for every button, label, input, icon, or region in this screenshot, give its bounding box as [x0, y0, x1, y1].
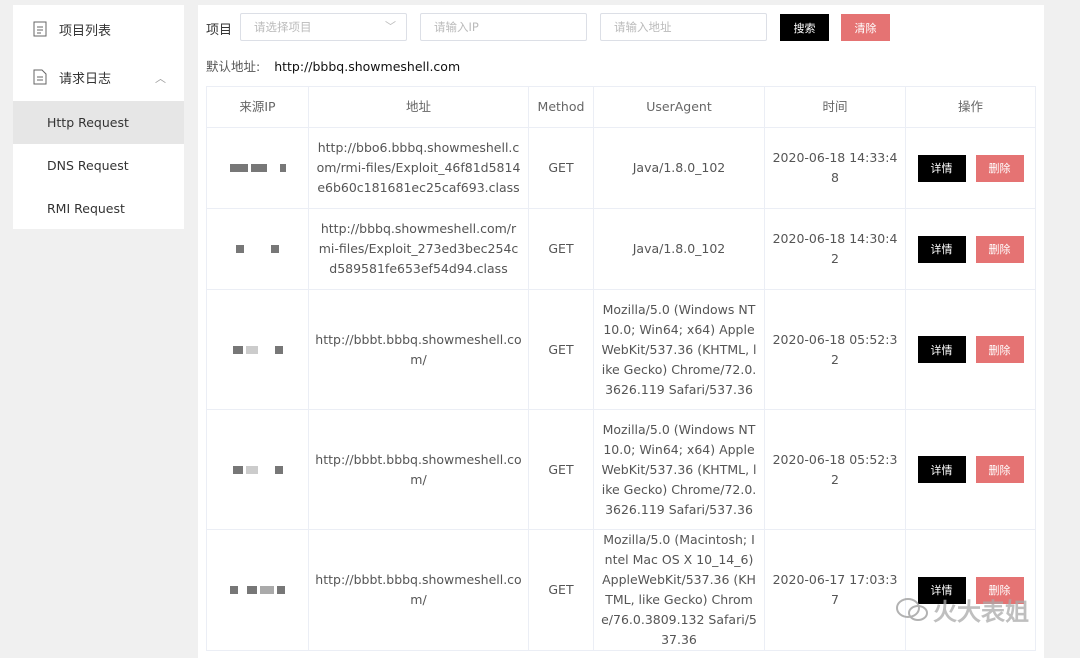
- address-cell: http://bbbt.bbbq.showmeshell.com/: [308, 409, 529, 530]
- time-cell: 2020-06-17 17:03:37: [764, 529, 906, 651]
- sidebar-item-http-request[interactable]: Http Request: [13, 101, 184, 144]
- sidebar-item-dns-request[interactable]: DNS Request: [13, 144, 184, 187]
- delete-button[interactable]: 删除: [975, 336, 1024, 363]
- request-table: 来源IP 地址 Method UserAgent 时间 操作 http://bb…: [206, 86, 1036, 651]
- project-label: 项目: [206, 23, 233, 38]
- wechat-icon: [896, 597, 928, 621]
- table-row: http://bbbq.showmeshell.com/rmi-files/Ex…: [206, 208, 1036, 290]
- document-icon: [33, 21, 47, 37]
- table-row: http://bbbt.bbbq.showmeshell.com/ GET Mo…: [206, 529, 1036, 651]
- header-address: 地址: [308, 86, 529, 128]
- address-cell: http://bbbq.showmeshell.com/rmi-files/Ex…: [308, 208, 529, 290]
- sidebar-item-label: 请求日志: [59, 71, 112, 87]
- document-icon: [33, 69, 47, 85]
- detail-button[interactable]: 详情: [917, 336, 966, 363]
- address-cell: http://bbbt.bbbq.showmeshell.com/: [308, 529, 529, 651]
- time-cell: 2020-06-18 14:30:42: [764, 208, 906, 290]
- sidebar: 项目列表 请求日志 ︿ Http Request DNS Request RMI…: [13, 5, 184, 229]
- redacted-ip: [232, 345, 283, 354]
- actions-cell: 详情 删除: [905, 127, 1036, 209]
- table-header-row: 来源IP 地址 Method UserAgent 时间 操作: [206, 86, 1036, 128]
- table-row: http://bbbt.bbbq.showmeshell.com/ GET Mo…: [206, 409, 1036, 530]
- source-ip-cell: [206, 208, 309, 290]
- address-cell: http://bbbt.bbbq.showmeshell.com/: [308, 289, 529, 410]
- method-cell: GET: [528, 127, 594, 209]
- source-ip-cell: [206, 409, 309, 530]
- time-cell: 2020-06-18 14:33:48: [764, 127, 906, 209]
- table-row: http://bbo6.bbbq.showmeshell.com/rmi-fil…: [206, 127, 1036, 209]
- sidebar-item-request-log[interactable]: 请求日志 ︿: [13, 53, 184, 101]
- filter-bar: 项目 请选择项目 ﹀ 请输入IP 请输入地址 搜索 清除: [206, 13, 1044, 41]
- chevron-up-icon[interactable]: ︿: [155, 70, 166, 86]
- address-cell: http://bbo6.bbbq.showmeshell.com/rmi-fil…: [308, 127, 529, 209]
- time-cell: 2020-06-18 05:52:32: [764, 409, 906, 530]
- default-address: 默认地址: http://bbbq.showmeshell.com: [206, 56, 460, 75]
- method-cell: GET: [528, 208, 594, 290]
- table-row: http://bbbt.bbbq.showmeshell.com/ GET Mo…: [206, 289, 1036, 410]
- default-address-value: http://bbbq.showmeshell.com: [274, 59, 461, 74]
- actions-cell: 详情 删除: [905, 409, 1036, 530]
- useragent-cell: Java/1.8.0_102: [593, 127, 765, 209]
- method-cell: GET: [528, 289, 594, 410]
- search-button[interactable]: 搜索: [780, 14, 829, 41]
- header-method: Method: [528, 86, 594, 128]
- redacted-ip: [236, 245, 279, 253]
- redacted-ip: [232, 465, 283, 474]
- actions-cell: 详情 删除: [905, 289, 1036, 410]
- main-panel: 项目 请选择项目 ﹀ 请输入IP 请输入地址 搜索 清除 默认地址: http:…: [198, 5, 1044, 658]
- default-address-label: 默认地址:: [206, 59, 261, 74]
- source-ip-cell: [206, 127, 309, 209]
- detail-button[interactable]: 详情: [917, 154, 966, 182]
- header-actions: 操作: [905, 86, 1036, 128]
- useragent-cell: Mozilla/5.0 (Windows NT 10.0; Win64; x64…: [593, 409, 765, 530]
- time-cell: 2020-06-18 05:52:32: [764, 289, 906, 410]
- clear-button[interactable]: 清除: [841, 14, 890, 41]
- delete-button[interactable]: 删除: [975, 154, 1024, 182]
- address-input[interactable]: 请输入地址: [600, 13, 767, 41]
- ip-input[interactable]: 请输入IP: [420, 13, 587, 41]
- delete-button[interactable]: 删除: [975, 456, 1024, 483]
- detail-button[interactable]: 详情: [917, 456, 966, 483]
- header-useragent: UserAgent: [593, 86, 765, 128]
- actions-cell: 详情 删除: [905, 529, 1036, 651]
- sidebar-item-rmi-request[interactable]: RMI Request: [13, 187, 184, 230]
- header-time: 时间: [764, 86, 906, 128]
- useragent-cell: Mozilla/5.0 (Macintosh; Intel Mac OS X 1…: [593, 529, 765, 651]
- source-ip-cell: [206, 289, 309, 410]
- sidebar-item-label: 项目列表: [59, 23, 112, 39]
- chevron-down-icon: ﹀: [385, 20, 396, 33]
- method-cell: GET: [528, 409, 594, 530]
- project-select-placeholder: 请选择项目: [254, 20, 312, 34]
- useragent-cell: Mozilla/5.0 (Windows NT 10.0; Win64; x64…: [593, 289, 765, 410]
- delete-button[interactable]: 删除: [975, 235, 1024, 263]
- sidebar-item-project-list[interactable]: 项目列表: [13, 5, 184, 53]
- project-select[interactable]: 请选择项目 ﹀: [240, 13, 407, 41]
- useragent-cell: Java/1.8.0_102: [593, 208, 765, 290]
- method-cell: GET: [528, 529, 594, 651]
- detail-button[interactable]: 详情: [917, 235, 966, 263]
- redacted-ip: [230, 586, 285, 594]
- watermark-text: 火大表姐: [933, 598, 1029, 626]
- watermark: 火大表姐: [895, 592, 1029, 627]
- actions-cell: 详情 删除: [905, 208, 1036, 290]
- redacted-ip: [229, 164, 286, 172]
- header-source-ip: 来源IP: [206, 86, 309, 128]
- source-ip-cell: [206, 529, 309, 651]
